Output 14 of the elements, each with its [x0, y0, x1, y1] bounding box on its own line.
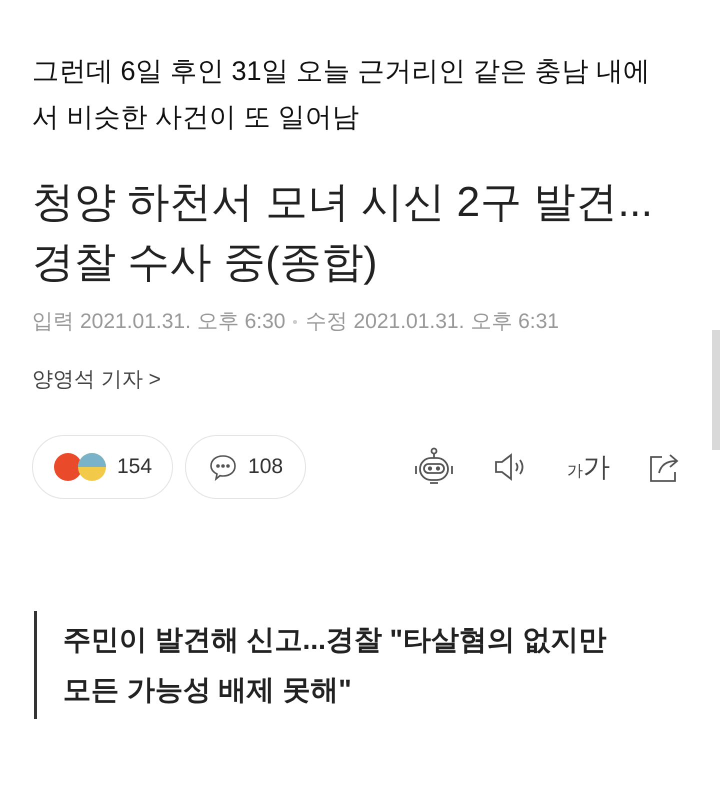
input-time: 2021.01.31. 오후 6:30	[80, 309, 286, 335]
scrollbar[interactable]	[712, 330, 720, 450]
input-label: 입력	[32, 309, 74, 335]
speech-bubble-icon	[208, 452, 238, 482]
article-headline: 청양 하천서 모녀 시신 2구 발견... 경찰 수사 중(종합)	[32, 177, 654, 287]
edit-time: 2021.01.31. 오후 6:31	[353, 309, 559, 335]
intro-text: 그런데 6일 후인 31일 오늘 근거리인 같은 충남 내에서 비슷한 사건이 또 일어남	[32, 55, 652, 134]
reporter-link[interactable]: 양영석 기자 >	[32, 364, 161, 395]
robot-icon[interactable]	[413, 447, 455, 487]
edit-label: 수정	[305, 309, 348, 335]
article-subheading: 주민이 발견해 신고...경찰 "타살혐의 없지만 모든 가능성 배제 못해"	[63, 623, 608, 707]
font-size-button[interactable]: 가가	[567, 446, 610, 488]
comment-button[interactable]: 108	[185, 435, 306, 499]
reaction-button[interactable]: 154	[32, 435, 174, 499]
